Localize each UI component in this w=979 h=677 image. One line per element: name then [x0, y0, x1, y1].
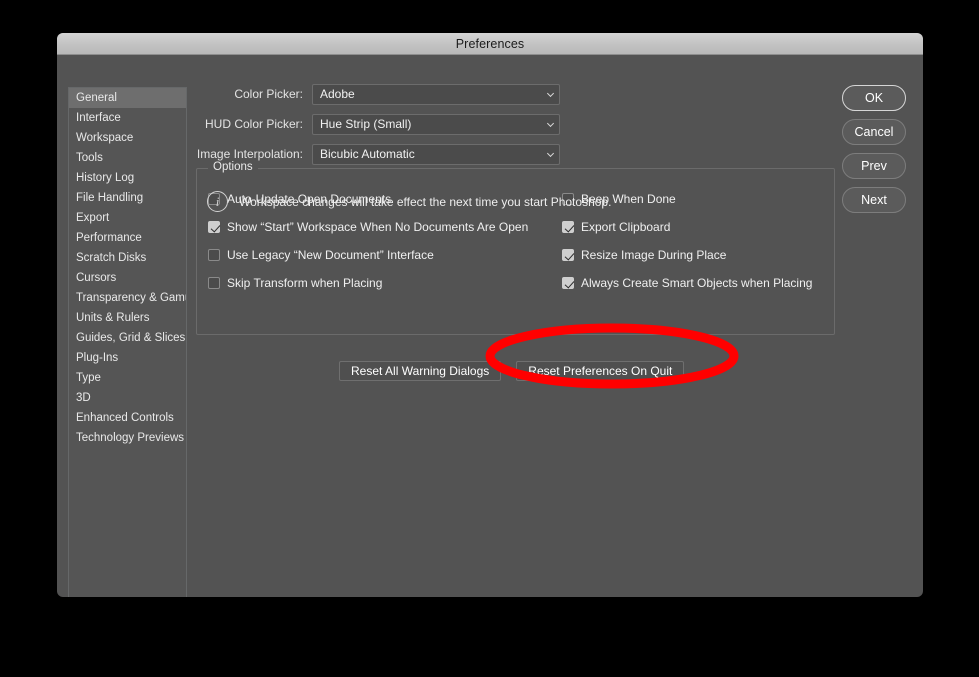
- checkbox-use-legacy-new-document-interface[interactable]: Use Legacy “New Document” Interface: [208, 245, 563, 265]
- sidebar-item-cursors[interactable]: Cursors: [69, 268, 186, 288]
- next-button[interactable]: Next: [842, 187, 906, 213]
- checkbox-label: Use Legacy “New Document” Interface: [227, 248, 434, 262]
- sidebar-item-workspace[interactable]: Workspace: [69, 128, 186, 148]
- checkbox-export-clipboard[interactable]: Export Clipboard: [562, 217, 832, 237]
- image-interpolation-label: Image Interpolation:: [196, 147, 303, 161]
- checkbox-label: Always Create Smart Objects when Placing: [581, 276, 813, 290]
- checkbox-icon[interactable]: [208, 249, 220, 261]
- sidebar-item-file-handling[interactable]: File Handling: [69, 188, 186, 208]
- hud-color-picker-label: HUD Color Picker:: [204, 117, 303, 131]
- general-settings-form: Color Picker: Adobe HUD Color Picker: Hu…: [187, 83, 607, 173]
- sidebar-item-enhanced-controls[interactable]: Enhanced Controls: [69, 408, 186, 428]
- info-icon: i: [207, 191, 228, 212]
- checkbox-label: Resize Image During Place: [581, 248, 727, 262]
- checkbox-checked-icon[interactable]: [208, 221, 220, 233]
- color-picker-select[interactable]: Adobe: [312, 83, 560, 105]
- preferences-dialog: Preferences General Interface Workspace …: [57, 33, 923, 597]
- checkbox-icon[interactable]: [208, 277, 220, 289]
- color-picker-row: Color Picker: Adobe: [187, 83, 607, 105]
- hud-color-picker-select[interactable]: Hue Strip (Small): [312, 113, 560, 135]
- checkbox-checked-icon[interactable]: [562, 221, 574, 233]
- reset-buttons-row: Reset All Warning Dialogs Reset Preferen…: [339, 361, 685, 381]
- chevron-down-icon: [546, 89, 555, 98]
- checkbox-show-start-workspace[interactable]: Show “Start” Workspace When No Documents…: [208, 217, 563, 237]
- workspace-note-text: Workspace changes will take effect the n…: [239, 194, 612, 209]
- reset-all-warning-dialogs-button[interactable]: Reset All Warning Dialogs: [339, 361, 502, 381]
- checkbox-label: Skip Transform when Placing: [227, 276, 383, 290]
- sidebar-item-3d[interactable]: 3D: [69, 388, 186, 408]
- options-group-label: Options: [208, 161, 258, 173]
- image-interpolation-select[interactable]: Bicubic Automatic: [312, 143, 560, 165]
- chevron-down-icon: [546, 149, 555, 158]
- screenshot-root: Preferences General Interface Workspace …: [0, 0, 979, 677]
- sidebar-item-scratch-disks[interactable]: Scratch Disks: [69, 248, 186, 268]
- sidebar-item-technology-previews[interactable]: Technology Previews: [69, 428, 186, 448]
- checkbox-skip-transform-when-placing[interactable]: Skip Transform when Placing: [208, 273, 563, 293]
- dialog-actions: OK Cancel Prev Next: [842, 85, 906, 213]
- sidebar-item-transparency-gamut[interactable]: Transparency & Gamut: [69, 288, 186, 308]
- color-picker-value: Adobe: [320, 87, 355, 101]
- sidebar-item-type[interactable]: Type: [69, 368, 186, 388]
- checkbox-checked-icon[interactable]: [562, 249, 574, 261]
- sidebar-item-general[interactable]: General: [69, 88, 186, 108]
- hud-color-picker-value: Hue Strip (Small): [320, 117, 412, 131]
- sidebar-item-export[interactable]: Export: [69, 208, 186, 228]
- image-interpolation-value: Bicubic Automatic: [320, 147, 415, 161]
- ok-button[interactable]: OK: [842, 85, 906, 111]
- cancel-button[interactable]: Cancel: [842, 119, 906, 145]
- dialog-body: General Interface Workspace Tools Histor…: [57, 55, 923, 597]
- checkbox-label: Export Clipboard: [581, 220, 671, 234]
- chevron-down-icon: [546, 119, 555, 128]
- checkbox-always-create-smart-objects[interactable]: Always Create Smart Objects when Placing: [562, 273, 832, 293]
- checkbox-label: Show “Start” Workspace When No Documents…: [227, 220, 529, 234]
- sidebar-item-guides-grid-slices[interactable]: Guides, Grid & Slices: [69, 328, 186, 348]
- preferences-category-list[interactable]: General Interface Workspace Tools Histor…: [68, 87, 187, 597]
- sidebar-item-plug-ins[interactable]: Plug-Ins: [69, 348, 186, 368]
- hud-color-picker-row: HUD Color Picker: Hue Strip (Small): [187, 113, 607, 135]
- sidebar-item-tools[interactable]: Tools: [69, 148, 186, 168]
- sidebar-item-history-log[interactable]: History Log: [69, 168, 186, 188]
- sidebar-item-performance[interactable]: Performance: [69, 228, 186, 248]
- dialog-titlebar: Preferences: [57, 33, 923, 55]
- workspace-note: i Workspace changes will take effect the…: [207, 191, 611, 212]
- checkbox-resize-image-during-place[interactable]: Resize Image During Place: [562, 245, 832, 265]
- color-picker-label: Color Picker:: [234, 87, 303, 101]
- reset-preferences-on-quit-button[interactable]: Reset Preferences On Quit: [516, 361, 685, 381]
- dialog-title: Preferences: [455, 36, 525, 51]
- sidebar-item-interface[interactable]: Interface: [69, 108, 186, 128]
- sidebar-item-units-rulers[interactable]: Units & Rulers: [69, 308, 186, 328]
- checkbox-checked-icon[interactable]: [562, 277, 574, 289]
- prev-button[interactable]: Prev: [842, 153, 906, 179]
